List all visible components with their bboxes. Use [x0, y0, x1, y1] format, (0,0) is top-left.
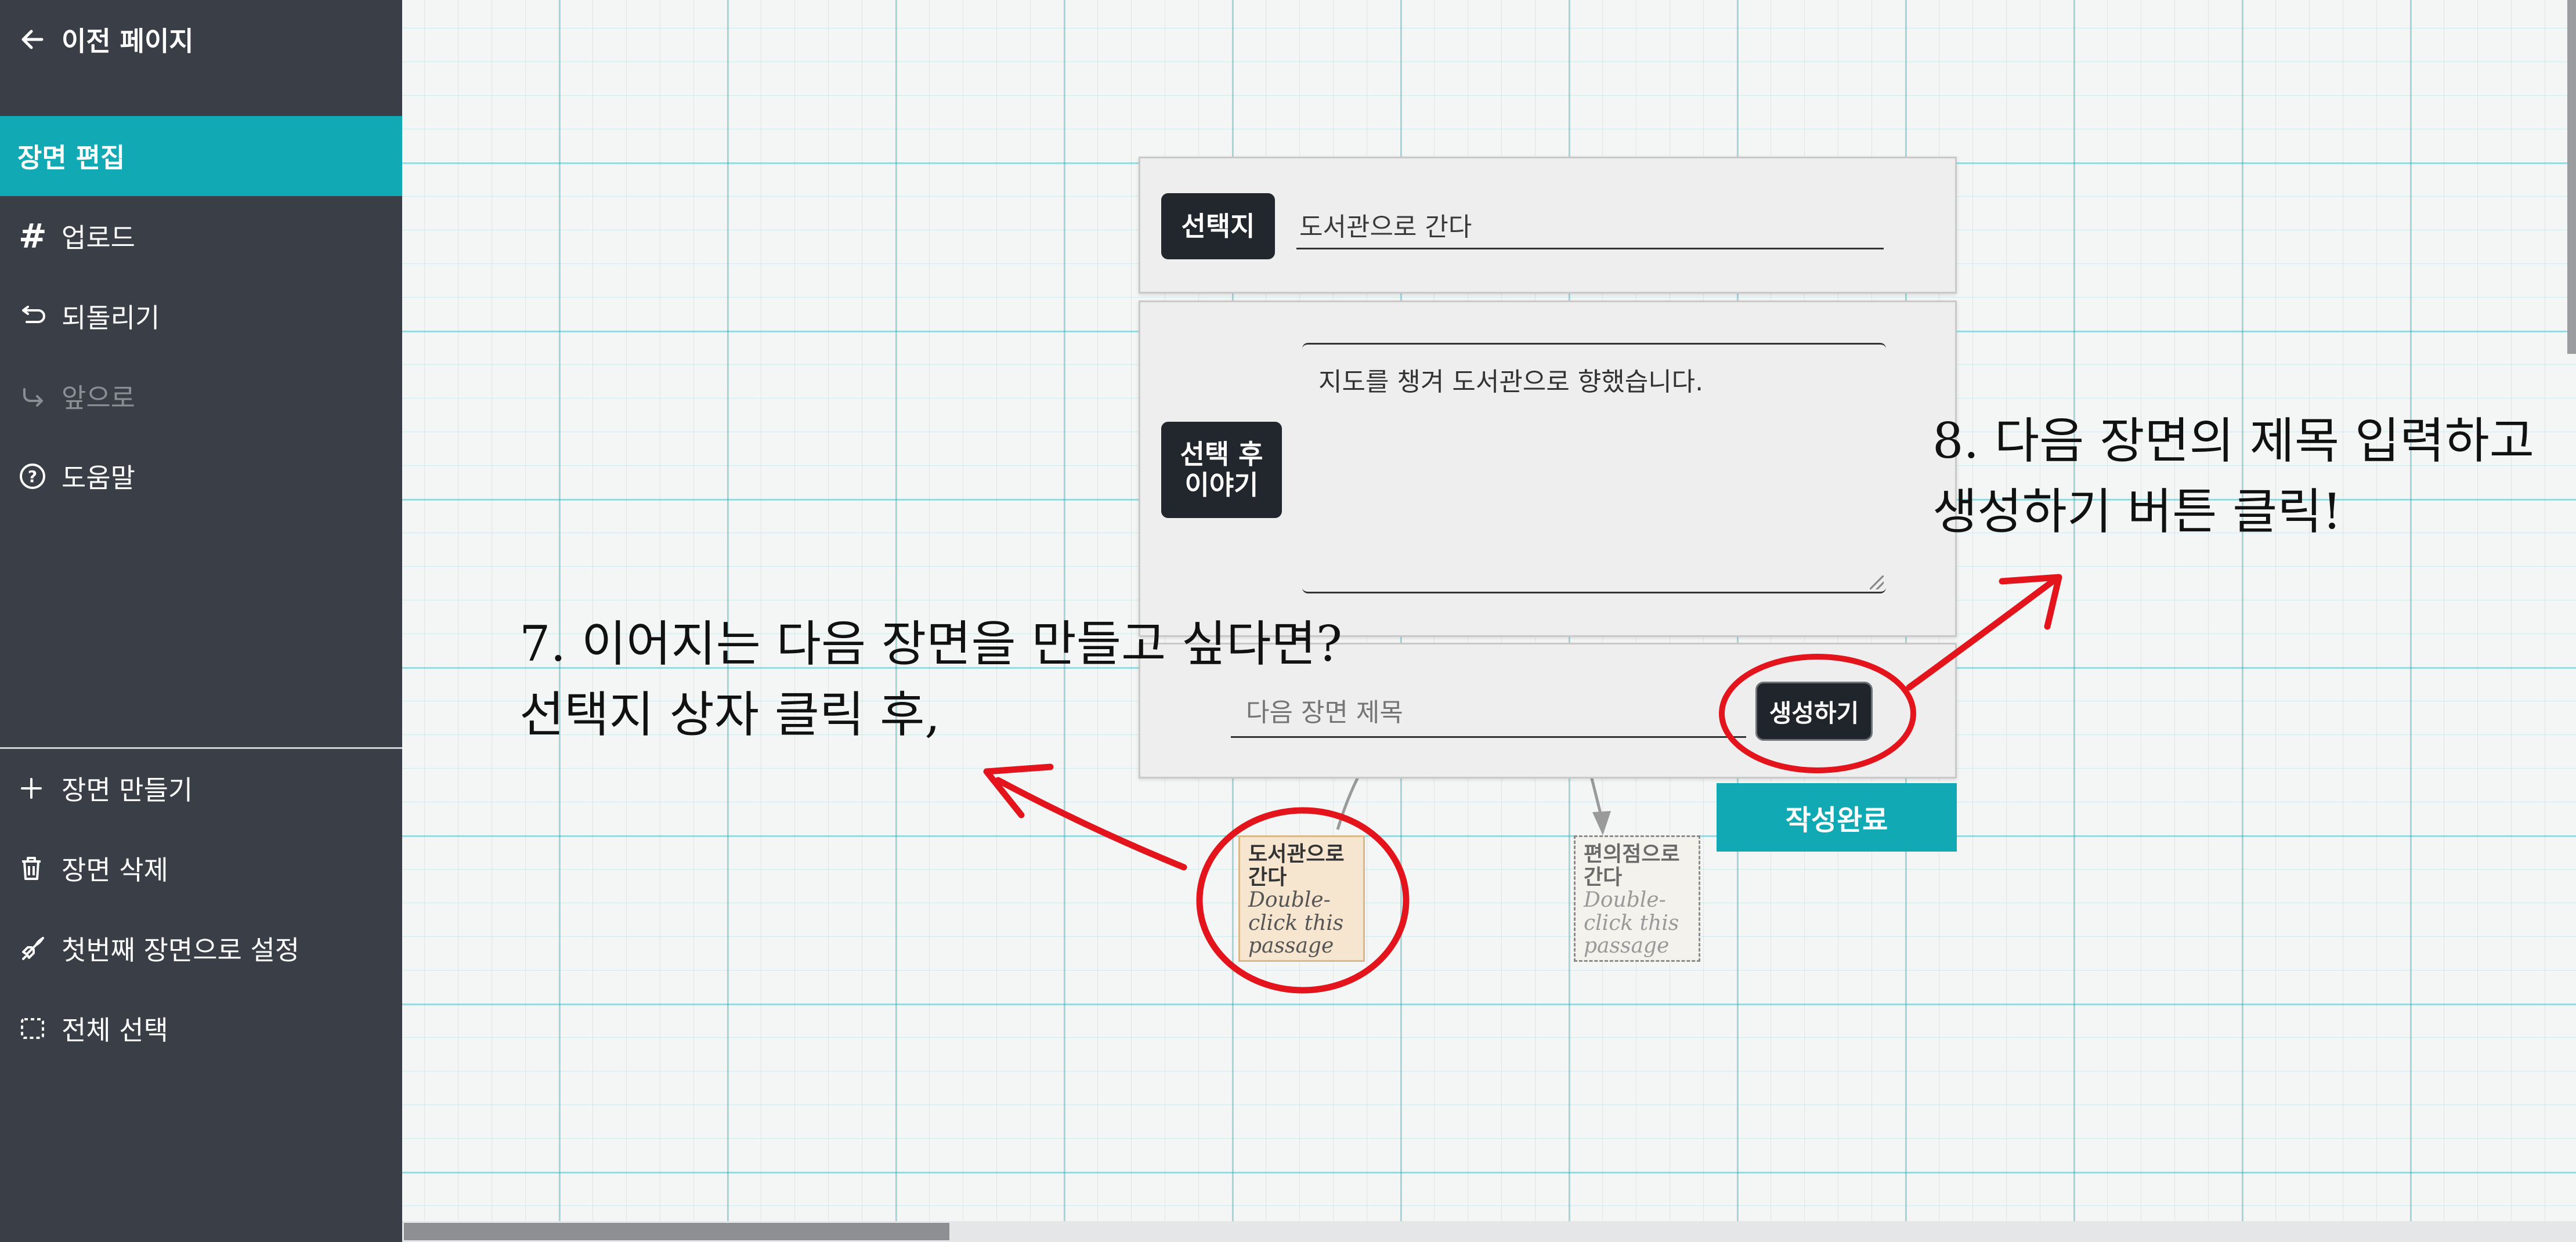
passage-excerpt: Double-click this passage [1248, 888, 1344, 958]
sidebar: 이전 페이지 장면 편집 # 업로드 되돌리기 앞으로 ? 도움말 장면 만들기 [0, 0, 402, 1242]
help-label: 도움말 [62, 462, 135, 494]
trash-icon [19, 854, 51, 882]
back-button[interactable]: 이전 페이지 [0, 0, 402, 78]
annotation-step8: 8. 다음 장면의 제목 입력하고 생성하기 버튼 클릭! [1932, 406, 2534, 548]
create-scene-submit-button[interactable]: 생성하기 [1755, 682, 1873, 741]
annotation-step7: 7. 이어지는 다음 장면을 만들고 싶다면? 선택지 상자 클릭 후, [519, 609, 1342, 751]
done-button[interactable]: 작성완료 [1717, 783, 1957, 852]
upload-button[interactable]: # 업로드 [0, 196, 402, 276]
after-story-tag: 선택 후 이야기 [1161, 422, 1282, 518]
section-label: 장면 편집 [17, 142, 125, 173]
choice-input[interactable]: 도서관으로 간다 [1299, 206, 1472, 243]
section-scene-edit[interactable]: 장면 편집 [0, 116, 402, 196]
select-all-label: 전체 선택 [62, 1015, 168, 1046]
redo-button[interactable]: 앞으로 [0, 356, 402, 436]
delete-scene-label: 장면 삭제 [62, 854, 168, 886]
select-all-button[interactable]: 전체 선택 [0, 988, 402, 1069]
plus-icon [19, 776, 51, 801]
rocket-icon [19, 935, 51, 962]
annotation-step8-line1: 8. 다음 장면의 제목 입력하고 [1932, 412, 2535, 469]
help-button[interactable]: ? 도움말 [0, 436, 402, 516]
svg-text:?: ? [28, 467, 37, 486]
annotation-step7-line2: 선택지 상자 클릭 후, [519, 686, 941, 743]
horizontal-scrollbar-thumb[interactable] [404, 1223, 949, 1240]
annotation-step8-line2: 생성하기 버튼 클릭! [1932, 483, 2342, 540]
arrow-left-icon [19, 28, 51, 51]
after-story-text: 지도를 챙겨 도서관으로 향했습니다. [1318, 367, 1704, 397]
create-scene-button[interactable]: 장면 만들기 [0, 748, 402, 828]
passage-title: 편의점으로 간다 [1584, 842, 1680, 889]
annotation-step7-line1: 7. 이어지는 다음 장면을 만들고 싶다면? [519, 615, 1342, 672]
after-story-textarea[interactable]: 지도를 챙겨 도서관으로 향했습니다. [1302, 343, 1886, 593]
redo-icon [19, 385, 51, 408]
back-label: 이전 페이지 [62, 25, 194, 57]
passage-title: 도서관으로 간다 [1248, 842, 1345, 889]
upload-label: 업로드 [62, 222, 135, 254]
choice-panel: 선택지 도서관으로 간다 [1139, 157, 1957, 294]
resize-grip-icon[interactable] [1870, 575, 1884, 589]
after-story-panel: 선택 후 이야기 지도를 챙겨 도서관으로 향했습니다. [1139, 300, 1957, 637]
hash-icon: # [19, 216, 47, 256]
undo-button[interactable]: 되돌리기 [0, 276, 402, 356]
passage-library[interactable]: 도서관으로 간다 Double-click this passage [1238, 835, 1365, 962]
redo-label: 앞으로 [62, 382, 135, 414]
choice-tag: 선택지 [1161, 193, 1275, 259]
help-circle-icon: ? [19, 462, 51, 490]
vertical-scrollbar-thumb[interactable] [2567, 0, 2576, 354]
passage-convenience-store[interactable]: 편의점으로 간다 Double-click this passage [1574, 835, 1700, 962]
choice-input-underline [1296, 248, 1884, 249]
delete-scene-button[interactable]: 장면 삭제 [0, 828, 402, 908]
undo-label: 되돌리기 [62, 302, 160, 334]
passage-excerpt: Double-click this passage [1584, 888, 1679, 958]
set-first-scene-button[interactable]: 첫번째 장면으로 설정 [0, 908, 402, 988]
set-first-scene-label: 첫번째 장면으로 설정 [62, 935, 300, 966]
undo-icon [19, 305, 51, 328]
create-scene-label: 장면 만들기 [62, 774, 193, 806]
select-all-icon [19, 1015, 51, 1042]
